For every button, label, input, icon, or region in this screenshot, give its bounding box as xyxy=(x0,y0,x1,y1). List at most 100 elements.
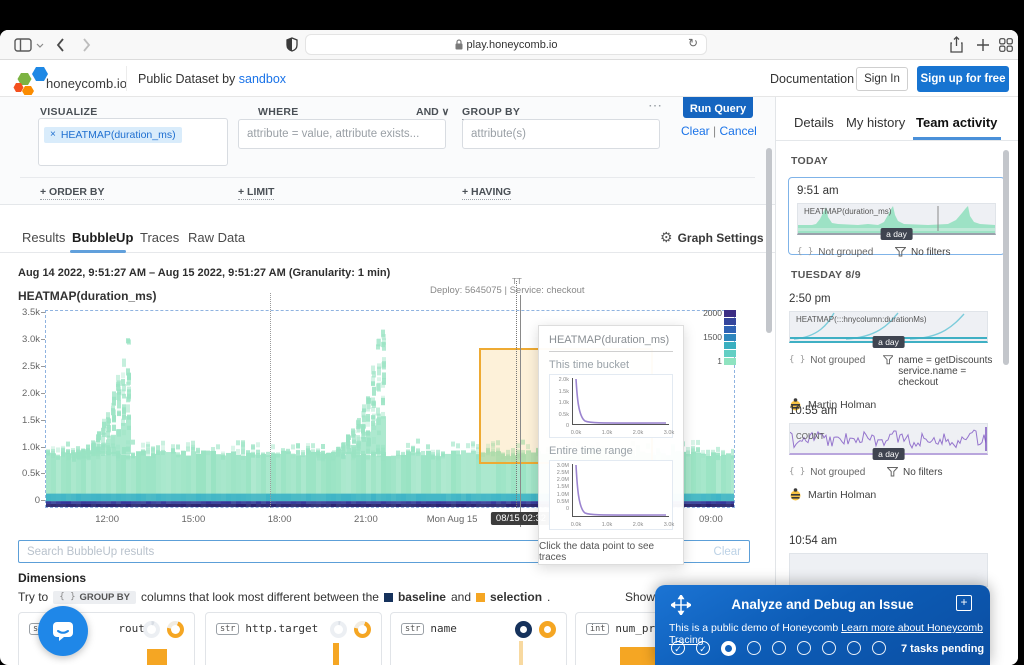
chevron-down-icon[interactable] xyxy=(36,43,44,48)
dimension-bar xyxy=(519,641,523,665)
tasks-pending-label: 7 tasks pending xyxy=(901,643,984,655)
address-bar[interactable]: play.honeycomb.io ↻ xyxy=(305,34,707,55)
group-by-placeholder: attribute(s) xyxy=(471,128,526,140)
tab-my-history[interactable]: My history xyxy=(846,115,905,130)
sidebar-scrollbar[interactable] xyxy=(1003,150,1009,365)
add-limit[interactable]: + LIMIT xyxy=(238,186,274,200)
sidebar-toggle-icon[interactable] xyxy=(14,38,32,52)
tab-raw-data[interactable]: Raw Data xyxy=(188,230,245,245)
dataset-link[interactable]: sandbox xyxy=(239,72,286,86)
tab-team-activity[interactable]: Team activity xyxy=(916,115,997,130)
clear-link[interactable]: Clear xyxy=(681,124,710,138)
main-scrollbar[interactable] xyxy=(766,148,772,333)
back-button[interactable] xyxy=(56,38,65,52)
add-order-by[interactable]: + ORDER BY xyxy=(40,186,104,200)
history-entry-1055am[interactable]: 10:55 am COUNT a day { }Not grouped No f… xyxy=(789,405,1004,501)
query-panel-divider xyxy=(20,177,755,178)
deploy-marker-label: Deploy: 5645075 | Service: checkout xyxy=(430,285,585,296)
dimension-card-http-target[interactable]: strhttp.target xyxy=(205,612,382,665)
entry-thumbnail: HEATMAP(:::hnycolumn:durationMs) a day xyxy=(789,311,988,343)
thumbnail-label: COUNT xyxy=(796,432,824,441)
intercom-chat-button[interactable] xyxy=(38,606,88,656)
modal-demo-text: This is a public demo of Honeycomb xyxy=(669,622,838,634)
tip-middle: columns that look most different between… xyxy=(141,590,379,604)
mini-y-tick: 2.5M xyxy=(551,470,569,476)
honeycomb-logo[interactable]: honeycomb.io xyxy=(12,65,127,95)
braces-icon: { } xyxy=(59,592,75,602)
entry-thumbnail: HEATMAP(duration_ms) a day xyxy=(797,203,996,235)
range-histogram-line xyxy=(573,464,669,516)
cursor-line xyxy=(520,295,521,527)
bucket-histogram: 2.0k1.5k1.0k0.5k00.0k1.0k2.0k3.0k xyxy=(549,374,673,438)
task-circle-todo[interactable] xyxy=(872,641,886,655)
tip-prefix: Try to xyxy=(18,590,48,604)
share-icon[interactable] xyxy=(950,36,963,53)
baseline-swatch xyxy=(384,593,393,602)
query-overflow-menu[interactable]: ⋯ xyxy=(648,97,663,114)
add-having[interactable]: + HAVING xyxy=(462,186,511,200)
graph-settings-button[interactable]: ⚙ Graph Settings xyxy=(660,229,764,246)
mini-x-tick: 1.0k xyxy=(602,430,612,436)
braces-icon: { } xyxy=(789,467,805,477)
mini-y-tick: 0.5k xyxy=(551,412,569,418)
task-circle-todo[interactable] xyxy=(747,641,761,655)
cancel-link[interactable]: Cancel xyxy=(719,124,756,138)
refresh-icon[interactable]: ↻ xyxy=(688,36,698,50)
task-circle-todo[interactable] xyxy=(772,641,786,655)
y-tick-label: 2.5k xyxy=(8,361,40,372)
expand-icon[interactable]: + xyxy=(956,595,972,611)
task-circle-done[interactable]: ✓ xyxy=(671,641,685,655)
task-circle-todo[interactable] xyxy=(822,641,836,655)
run-query-button[interactable]: Run Query xyxy=(683,97,753,118)
dataset-prefix: Public Dataset by xyxy=(138,72,235,86)
active-tab-underline xyxy=(70,250,126,253)
forward-button[interactable] xyxy=(82,38,91,52)
sign-in-button[interactable]: Sign In xyxy=(856,67,908,91)
legend-swatch xyxy=(724,310,736,317)
tab-traces[interactable]: Traces xyxy=(140,230,179,245)
sidebar-tab-divider xyxy=(776,140,1018,141)
tab-overview-icon[interactable] xyxy=(999,38,1013,52)
bee-avatar xyxy=(789,488,802,501)
privacy-shield-icon[interactable] xyxy=(286,37,298,52)
mini-x-tick: 1.0k xyxy=(602,522,612,528)
task-circle-done[interactable]: ✓ xyxy=(696,641,710,655)
mini-y-tick: 1.5k xyxy=(551,389,569,395)
history-entry-250pm[interactable]: 2:50 pm HEATMAP(:::hnycolumn:durationMs)… xyxy=(789,293,1004,411)
search-clear-button[interactable]: Clear xyxy=(714,546,741,558)
task-circles: ✓✓ xyxy=(671,641,886,656)
tab-results[interactable]: Results xyxy=(22,230,65,245)
y-tick-label: 3.5k xyxy=(8,307,40,318)
chip-close-icon[interactable]: × xyxy=(50,129,56,140)
tab-bubbleup[interactable]: BubbleUp xyxy=(72,230,133,245)
mini-x-tick: 3.0k xyxy=(664,522,674,528)
query-builder-panel: VISUALIZE WHERE AND ∨ GROUP BY ⋯ × HEATM… xyxy=(0,97,775,205)
task-circle-current[interactable] xyxy=(721,641,736,656)
documentation-link[interactable]: Documentation xyxy=(770,72,854,86)
x-tick-label: 15:00 xyxy=(181,514,205,525)
filter-1: name = getDiscounts xyxy=(898,355,992,366)
task-circle-todo[interactable] xyxy=(847,641,861,655)
group-by-input[interactable]: attribute(s) xyxy=(462,119,660,149)
visualize-chip[interactable]: × HEATMAP(duration_ms) xyxy=(44,127,182,143)
where-label: WHERE xyxy=(258,106,299,120)
gear-icon: ⚙ xyxy=(660,229,673,246)
results-tab-bar: Results BubbleUp Traces Raw Data ⚙ Graph… xyxy=(0,222,775,253)
visualize-input[interactable]: × HEATMAP(duration_ms) xyxy=(38,118,228,166)
new-tab-icon[interactable] xyxy=(977,39,989,51)
history-entry-951am[interactable]: 9:51 am HEATMAP(duration_ms) a day { }No… xyxy=(788,177,1005,255)
where-input[interactable]: attribute = value, attribute exists... xyxy=(238,119,446,149)
filters-label: No filters xyxy=(903,467,942,478)
and-dropdown[interactable]: AND ∨ xyxy=(416,106,449,118)
mini-y-tick: 0.5M xyxy=(551,499,569,505)
sign-up-button[interactable]: Sign up for free xyxy=(917,66,1009,92)
task-circle-todo[interactable] xyxy=(797,641,811,655)
x-tick-label: 18:00 xyxy=(268,514,292,525)
selection-donut-icon xyxy=(539,621,556,638)
group-by-chip[interactable]: { }GROUP BY xyxy=(53,591,136,604)
browser-toolbar: play.honeycomb.io ↻ xyxy=(0,30,1018,60)
onboarding-modal[interactable]: Analyze and Debug an Issue + This is a p… xyxy=(655,585,990,665)
tab-details[interactable]: Details xyxy=(794,115,834,130)
modal-title: Analyze and Debug an Issue xyxy=(655,597,990,612)
dimension-card-name[interactable]: strname xyxy=(390,612,567,665)
